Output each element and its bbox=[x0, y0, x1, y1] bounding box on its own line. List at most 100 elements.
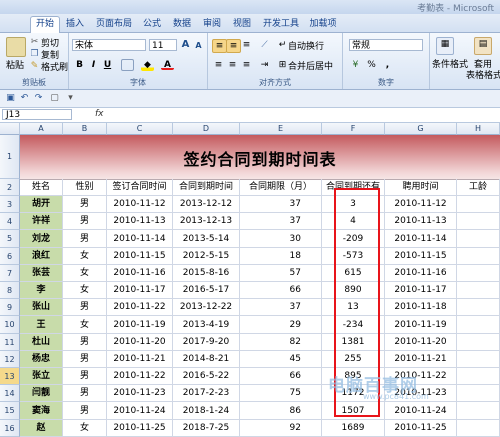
row-header[interactable]: 7 bbox=[0, 265, 20, 282]
row-header[interactable]: 16 bbox=[0, 420, 20, 437]
align-center-icon[interactable]: ≡ bbox=[226, 59, 239, 71]
cell-name[interactable]: 许祥 bbox=[20, 213, 63, 230]
cell-sign-date[interactable]: 2010-11-22 bbox=[107, 368, 173, 385]
cell-term[interactable]: 92 bbox=[240, 420, 322, 437]
cell-gender[interactable]: 女 bbox=[63, 265, 107, 282]
cell-gender[interactable]: 男 bbox=[63, 334, 107, 351]
header-term[interactable]: 合同期限（月） bbox=[240, 179, 322, 196]
cell-sign-date[interactable]: 2010-11-23 bbox=[107, 385, 173, 402]
cell-name[interactable]: 闫靓 bbox=[20, 385, 63, 402]
font-color-icon[interactable]: A bbox=[161, 59, 174, 70]
paste-button[interactable]: 粘贴 bbox=[6, 58, 24, 71]
cell-expire-date[interactable]: 2018-1-24 bbox=[173, 402, 240, 420]
cell-seniority[interactable] bbox=[457, 282, 500, 299]
row-header[interactable]: 10 bbox=[0, 316, 20, 334]
cell-seniority[interactable] bbox=[457, 230, 500, 248]
cell-seniority[interactable] bbox=[457, 351, 500, 368]
cell-expire-date[interactable]: 2012-5-15 bbox=[173, 248, 240, 265]
cell-seniority[interactable] bbox=[457, 299, 500, 316]
underline-button[interactable]: U bbox=[101, 59, 114, 71]
tab-developer[interactable]: 开发工具 bbox=[262, 17, 300, 32]
cell-hire-date[interactable]: 2010-11-25 bbox=[385, 420, 457, 437]
cell-name[interactable]: 张立 bbox=[20, 368, 63, 385]
cell-expire-date[interactable]: 2013-12-22 bbox=[173, 299, 240, 316]
cell-expire-date[interactable]: 2018-7-25 bbox=[173, 420, 240, 437]
cell-hire-date[interactable]: 2010-11-18 bbox=[385, 299, 457, 316]
italic-button[interactable]: I bbox=[87, 59, 100, 71]
cell-seniority[interactable] bbox=[457, 213, 500, 230]
align-top-icon[interactable]: ≡ bbox=[212, 39, 227, 53]
paste-icon[interactable] bbox=[6, 37, 26, 57]
cell-name[interactable]: 窦海 bbox=[20, 402, 63, 420]
merge-center-button[interactable]: 合并后居中 bbox=[288, 59, 333, 72]
currency-icon[interactable]: ¥ bbox=[349, 59, 362, 71]
cell-seniority[interactable] bbox=[457, 248, 500, 265]
border-icon[interactable] bbox=[121, 59, 134, 71]
cell-hire-date[interactable]: 2010-11-12 bbox=[385, 196, 457, 213]
cell-hire-date[interactable]: 2010-11-14 bbox=[385, 230, 457, 248]
cell-term[interactable]: 29 bbox=[240, 316, 322, 334]
cell-gender[interactable]: 男 bbox=[63, 230, 107, 248]
cell-term[interactable]: 66 bbox=[240, 282, 322, 299]
row-header[interactable]: 4 bbox=[0, 213, 20, 230]
row-header[interactable]: 6 bbox=[0, 248, 20, 265]
cell-expire-date[interactable]: 2016-5-17 bbox=[173, 282, 240, 299]
cell-gender[interactable]: 女 bbox=[63, 248, 107, 265]
cell-name[interactable]: 胡开 bbox=[20, 196, 63, 213]
save-icon[interactable]: ▣ bbox=[4, 92, 17, 104]
cell-sign-date[interactable]: 2010-11-12 bbox=[107, 196, 173, 213]
cell-hire-date[interactable]: 2010-11-19 bbox=[385, 316, 457, 334]
cell-expire-date[interactable]: 2014-8-21 bbox=[173, 351, 240, 368]
cell-sign-date[interactable]: 2010-11-13 bbox=[107, 213, 173, 230]
comma-button[interactable]: , bbox=[381, 59, 394, 71]
indent-icon[interactable]: ⇥ bbox=[258, 59, 271, 71]
cell-gender[interactable]: 男 bbox=[63, 196, 107, 213]
cell-name[interactable]: 王 bbox=[20, 316, 63, 334]
cell-term[interactable]: 86 bbox=[240, 402, 322, 420]
header-name[interactable]: 姓名 bbox=[20, 179, 63, 196]
cell-seniority[interactable] bbox=[457, 385, 500, 402]
cell-hire-date[interactable]: 2010-11-20 bbox=[385, 334, 457, 351]
column-header-e[interactable]: E bbox=[240, 123, 322, 135]
conditional-format-icon[interactable]: ▦ bbox=[436, 37, 454, 55]
header-seniority[interactable]: 工龄 bbox=[457, 179, 500, 196]
format-as-table-icon[interactable]: ▤ bbox=[474, 37, 492, 55]
cell-hire-date[interactable]: 2010-11-13 bbox=[385, 213, 457, 230]
cell-gender[interactable]: 男 bbox=[63, 368, 107, 385]
cell-seniority[interactable] bbox=[457, 265, 500, 282]
cell-gender[interactable]: 男 bbox=[63, 299, 107, 316]
fill-color-icon[interactable]: ◆ bbox=[141, 59, 154, 71]
cell-term[interactable]: 82 bbox=[240, 334, 322, 351]
font-size-select[interactable]: 11 bbox=[149, 39, 177, 51]
header-expire-date[interactable]: 合同到期时间 bbox=[173, 179, 240, 196]
insert-function-icon[interactable]: fx bbox=[95, 109, 104, 119]
cell-name[interactable]: 刘龙 bbox=[20, 230, 63, 248]
format-painter-button[interactable]: 格式刷 bbox=[41, 60, 68, 73]
header-sign-date[interactable]: 签订合同时间 bbox=[107, 179, 173, 196]
column-header-d[interactable]: D bbox=[173, 123, 240, 135]
cell-seniority[interactable] bbox=[457, 196, 500, 213]
new-icon[interactable]: ▢ bbox=[48, 92, 61, 104]
cell-seniority[interactable] bbox=[457, 334, 500, 351]
header-gender[interactable]: 性别 bbox=[63, 179, 107, 196]
tab-view[interactable]: 视图 bbox=[230, 17, 254, 32]
cell-gender[interactable]: 女 bbox=[63, 282, 107, 299]
cell-gender[interactable]: 男 bbox=[63, 402, 107, 420]
cell-seniority[interactable] bbox=[457, 402, 500, 420]
row-header[interactable]: 1 bbox=[0, 135, 20, 179]
cell-sign-date[interactable]: 2010-11-16 bbox=[107, 265, 173, 282]
cell-term[interactable]: 37 bbox=[240, 196, 322, 213]
cell-seniority[interactable] bbox=[457, 420, 500, 437]
cell-hire-date[interactable]: 2010-11-24 bbox=[385, 402, 457, 420]
select-all-corner[interactable] bbox=[0, 123, 20, 135]
cell-expire-date[interactable]: 2013-12-12 bbox=[173, 196, 240, 213]
cell-sign-date[interactable]: 2010-11-15 bbox=[107, 248, 173, 265]
column-header-f[interactable]: F bbox=[322, 123, 385, 135]
cell-expire-date[interactable]: 2017-2-23 bbox=[173, 385, 240, 402]
cell-name[interactable]: 浪红 bbox=[20, 248, 63, 265]
row-header[interactable]: 5 bbox=[0, 230, 20, 248]
cell-term[interactable]: 57 bbox=[240, 265, 322, 282]
row-header[interactable]: 13 bbox=[0, 368, 20, 385]
cell-name[interactable]: 杜山 bbox=[20, 334, 63, 351]
cell-expire-date[interactable]: 2013-5-14 bbox=[173, 230, 240, 248]
